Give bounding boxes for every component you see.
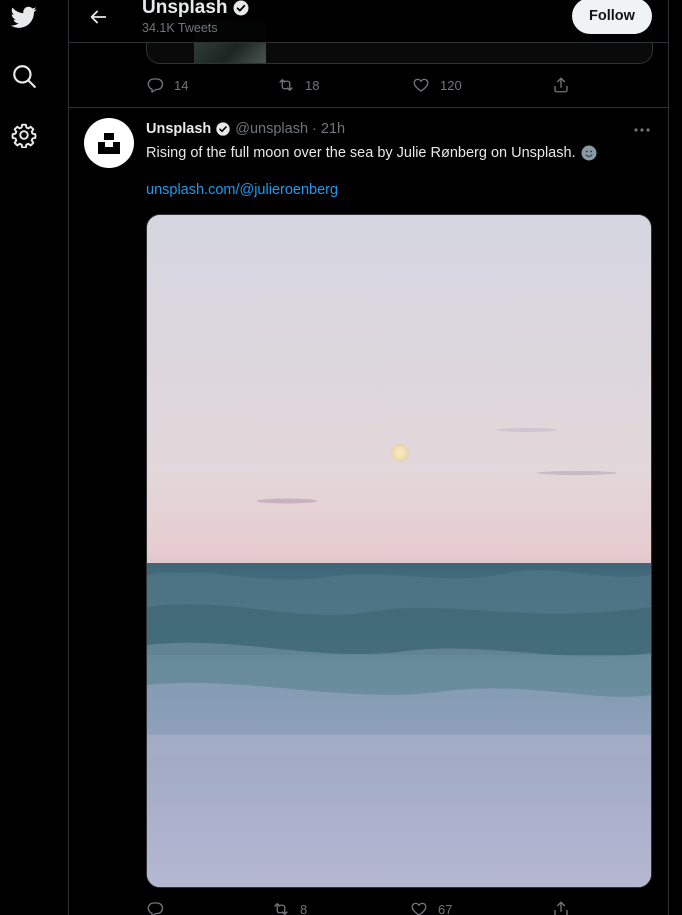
share-icon	[554, 77, 568, 93]
previous-tweet-actions: 14 18 120	[69, 70, 668, 100]
tweet-photo[interactable]	[146, 214, 652, 888]
reply-count: 14	[174, 77, 189, 93]
retweet-button[interactable]: 18	[277, 70, 319, 100]
tweet-actions: 8 67	[69, 894, 668, 915]
arrow-left-icon[interactable]	[87, 6, 109, 28]
share-button[interactable]	[552, 894, 570, 915]
like-count: 120	[440, 77, 462, 93]
profile-name: Unsplash	[142, 0, 228, 18]
reply-button[interactable]: 14	[146, 70, 188, 100]
timeline-column: 14 18 120 Unsplash 34.1K Tweets Follow U…	[68, 0, 669, 915]
more-dots-icon[interactable]	[632, 121, 652, 139]
follow-button[interactable]: Follow	[572, 0, 652, 34]
verified-badge-icon	[233, 0, 249, 16]
share-icon	[554, 901, 568, 915]
profile-header: Unsplash 34.1K Tweets Follow	[69, 0, 668, 43]
search-icon[interactable]	[11, 63, 37, 89]
heart-icon	[413, 78, 429, 92]
author-name[interactable]: Unsplash	[146, 121, 211, 137]
page-title: Unsplash	[142, 0, 250, 19]
like-button[interactable]: 120	[412, 70, 462, 100]
tweet-link[interactable]: unsplash.com/@julieroenberg	[146, 182, 338, 198]
tweet-body: Rising of the full moon over the sea by …	[146, 145, 576, 161]
author-handle[interactable]: @unsplash	[235, 121, 308, 137]
gear-icon[interactable]	[11, 122, 37, 148]
retweet-button[interactable]: 8	[272, 894, 307, 915]
reply-button[interactable]	[146, 894, 174, 915]
reply-icon	[147, 78, 164, 93]
smiling-face-icon	[581, 145, 597, 161]
tweet-header: Unsplash @unsplash · 21h	[146, 121, 345, 137]
retweet-icon	[279, 79, 293, 91]
tweet-text: Rising of the full moon over the sea by …	[146, 143, 646, 163]
retweet-count: 18	[305, 77, 320, 93]
share-button[interactable]	[552, 70, 570, 100]
retweet-icon	[274, 903, 288, 915]
sidebar	[0, 0, 68, 915]
like-count: 67	[438, 901, 453, 915]
tweet-divider	[69, 107, 668, 108]
retweet-count: 8	[300, 901, 308, 915]
tweet-count: 34.1K Tweets	[142, 21, 218, 35]
like-button[interactable]: 67	[410, 894, 452, 915]
heart-icon	[411, 902, 427, 915]
avatar[interactable]	[84, 118, 134, 168]
tweet-timestamp[interactable]: 21h	[321, 121, 345, 137]
verified-badge-icon	[216, 122, 230, 136]
twitter-logo-icon[interactable]	[11, 4, 37, 30]
moon-sea-photo	[147, 215, 651, 887]
separator-dot: ·	[312, 121, 317, 137]
reply-icon	[147, 902, 164, 915]
unsplash-logo-icon	[98, 133, 120, 154]
